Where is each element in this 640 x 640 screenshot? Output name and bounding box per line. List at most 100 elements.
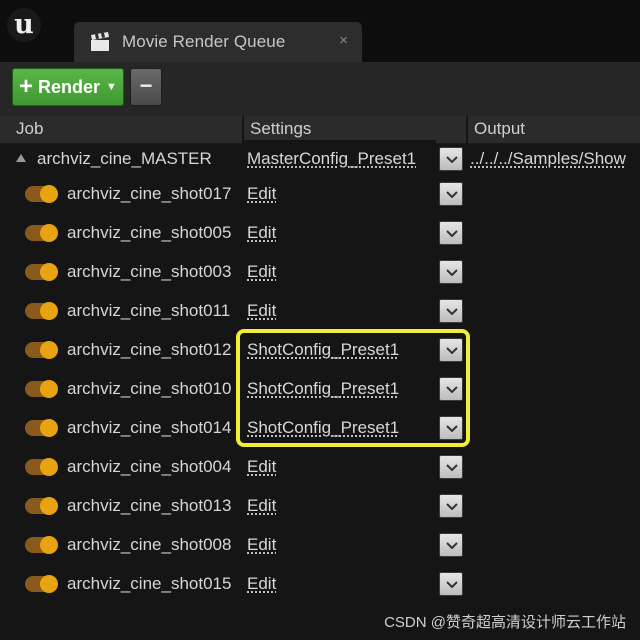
output-path-link[interactable]: ../../../Samples/Show bbox=[470, 140, 626, 178]
chevron-down-icon bbox=[446, 542, 458, 549]
enable-toggle[interactable] bbox=[25, 224, 58, 242]
toggle-knob bbox=[40, 341, 58, 359]
master-job-row[interactable]: archviz_cine_MASTER MasterConfig_Preset1… bbox=[0, 140, 640, 178]
chevron-down-icon bbox=[446, 386, 458, 393]
watermark: CSDN @赞奇超高清设计师云工作站 bbox=[384, 614, 626, 631]
render-button-label: Render bbox=[38, 76, 101, 97]
job-name: archviz_cine_MASTER bbox=[37, 149, 212, 168]
settings-cell: ShotConfig_Preset1 bbox=[244, 331, 436, 369]
shot-job-row[interactable]: archviz_cine_shot005 Edit bbox=[0, 214, 640, 252]
toggle-knob bbox=[40, 497, 58, 515]
job-name: archviz_cine_shot011 bbox=[67, 301, 231, 320]
enable-toggle[interactable] bbox=[25, 302, 58, 320]
shot-job-row[interactable]: archviz_cine_shot011 Edit bbox=[0, 292, 640, 330]
shot-job-row[interactable]: archviz_cine_shot012 ShotConfig_Preset1 bbox=[0, 331, 640, 369]
job-name: archviz_cine_shot008 bbox=[67, 535, 232, 554]
remove-job-button[interactable]: − bbox=[130, 68, 162, 106]
clapperboard-icon bbox=[91, 32, 109, 51]
job-name: archviz_cine_shot005 bbox=[67, 223, 232, 242]
settings-dropdown-button[interactable] bbox=[439, 338, 463, 362]
job-name: archviz_cine_shot017 bbox=[67, 184, 232, 203]
job-name: archviz_cine_shot012 bbox=[67, 340, 232, 359]
chevron-down-icon bbox=[446, 425, 458, 432]
toggle-knob bbox=[40, 263, 58, 281]
shot-job-row[interactable]: archviz_cine_shot010 ShotConfig_Preset1 bbox=[0, 370, 640, 408]
shot-job-row[interactable]: archviz_cine_shot013 Edit bbox=[0, 487, 640, 525]
job-name: archviz_cine_shot014 bbox=[67, 418, 232, 437]
settings-cell: Edit bbox=[244, 175, 436, 213]
shot-job-row[interactable]: archviz_cine_shot004 Edit bbox=[0, 448, 640, 486]
enable-toggle[interactable] bbox=[25, 185, 58, 203]
job-name: archviz_cine_shot004 bbox=[67, 457, 232, 476]
settings-dropdown-button[interactable] bbox=[439, 147, 463, 171]
settings-cell: Edit bbox=[244, 448, 436, 486]
enable-toggle[interactable] bbox=[25, 536, 58, 554]
enable-toggle[interactable] bbox=[25, 341, 58, 359]
toggle-knob bbox=[40, 536, 58, 554]
settings-cell: ShotConfig_Preset1 bbox=[244, 409, 436, 447]
tab-title: Movie Render Queue bbox=[122, 32, 286, 51]
chevron-down-icon bbox=[446, 156, 458, 163]
settings-dropdown-button[interactable] bbox=[439, 377, 463, 401]
settings-dropdown-button[interactable] bbox=[439, 572, 463, 596]
settings-cell: MasterConfig_Preset1 bbox=[244, 140, 436, 178]
settings-preset-link[interactable]: Edit bbox=[247, 175, 276, 213]
settings-preset-link[interactable]: ShotConfig_Preset1 bbox=[247, 331, 399, 369]
settings-preset-link[interactable]: Edit bbox=[247, 448, 276, 486]
shot-job-row[interactable]: archviz_cine_shot008 Edit bbox=[0, 526, 640, 564]
settings-preset-link[interactable]: Edit bbox=[247, 214, 276, 252]
settings-preset-link[interactable]: ShotConfig_Preset1 bbox=[247, 370, 399, 408]
toggle-knob bbox=[40, 224, 58, 242]
settings-dropdown-button[interactable] bbox=[439, 494, 463, 518]
enable-toggle[interactable] bbox=[25, 380, 58, 398]
settings-dropdown-button[interactable] bbox=[439, 260, 463, 284]
tab-movie-render-queue[interactable]: Movie Render Queue × bbox=[74, 22, 362, 62]
enable-toggle[interactable] bbox=[25, 458, 58, 476]
job-name: archviz_cine_shot010 bbox=[67, 379, 232, 398]
settings-dropdown-button[interactable] bbox=[439, 533, 463, 557]
render-button[interactable]: + Render ▼ bbox=[12, 68, 124, 106]
settings-dropdown-button[interactable] bbox=[439, 182, 463, 206]
toggle-knob bbox=[40, 302, 58, 320]
toggle-knob bbox=[40, 185, 58, 203]
settings-cell: Edit bbox=[244, 487, 436, 525]
shot-job-row[interactable]: archviz_cine_shot003 Edit bbox=[0, 253, 640, 291]
job-name: archviz_cine_shot013 bbox=[67, 496, 232, 515]
chevron-down-icon bbox=[446, 191, 458, 198]
toggle-knob bbox=[40, 419, 58, 437]
chevron-down-icon bbox=[446, 269, 458, 276]
settings-cell: Edit bbox=[244, 214, 436, 252]
enable-toggle[interactable] bbox=[25, 263, 58, 281]
title-bar: u Movie Render Queue × bbox=[0, 0, 640, 62]
settings-preset-link[interactable]: Edit bbox=[247, 526, 276, 564]
enable-toggle[interactable] bbox=[25, 497, 58, 515]
chevron-down-icon bbox=[446, 230, 458, 237]
close-icon[interactable]: × bbox=[339, 32, 348, 49]
settings-preset-link[interactable]: Edit bbox=[247, 565, 276, 603]
plus-icon: + bbox=[19, 73, 34, 100]
enable-toggle[interactable] bbox=[25, 575, 58, 593]
settings-preset-link[interactable]: Edit bbox=[247, 253, 276, 291]
settings-dropdown-button[interactable] bbox=[439, 455, 463, 479]
chevron-down-icon bbox=[446, 503, 458, 510]
settings-preset-link[interactable]: Edit bbox=[247, 487, 276, 525]
shot-job-row[interactable]: archviz_cine_shot014 ShotConfig_Preset1 bbox=[0, 409, 640, 447]
chevron-down-icon: ▼ bbox=[106, 81, 117, 93]
enable-toggle[interactable] bbox=[25, 419, 58, 437]
settings-dropdown-button[interactable] bbox=[439, 221, 463, 245]
settings-dropdown-button[interactable] bbox=[439, 416, 463, 440]
shot-job-row[interactable]: archviz_cine_shot015 Edit bbox=[0, 565, 640, 603]
job-name: archviz_cine_shot003 bbox=[67, 262, 232, 281]
settings-cell: Edit bbox=[244, 526, 436, 564]
job-name: archviz_cine_shot015 bbox=[67, 574, 232, 593]
chevron-down-icon bbox=[446, 464, 458, 471]
collapse-arrow-icon[interactable] bbox=[16, 154, 26, 162]
settings-dropdown-button[interactable] bbox=[439, 299, 463, 323]
settings-preset-link[interactable]: MasterConfig_Preset1 bbox=[247, 140, 416, 178]
shot-job-row[interactable]: archviz_cine_shot017 Edit bbox=[0, 175, 640, 213]
unreal-logo-icon: u bbox=[7, 8, 41, 42]
chevron-down-icon bbox=[446, 347, 458, 354]
settings-preset-link[interactable]: Edit bbox=[247, 292, 276, 330]
settings-preset-link[interactable]: ShotConfig_Preset1 bbox=[247, 409, 399, 447]
settings-cell: Edit bbox=[244, 292, 436, 330]
